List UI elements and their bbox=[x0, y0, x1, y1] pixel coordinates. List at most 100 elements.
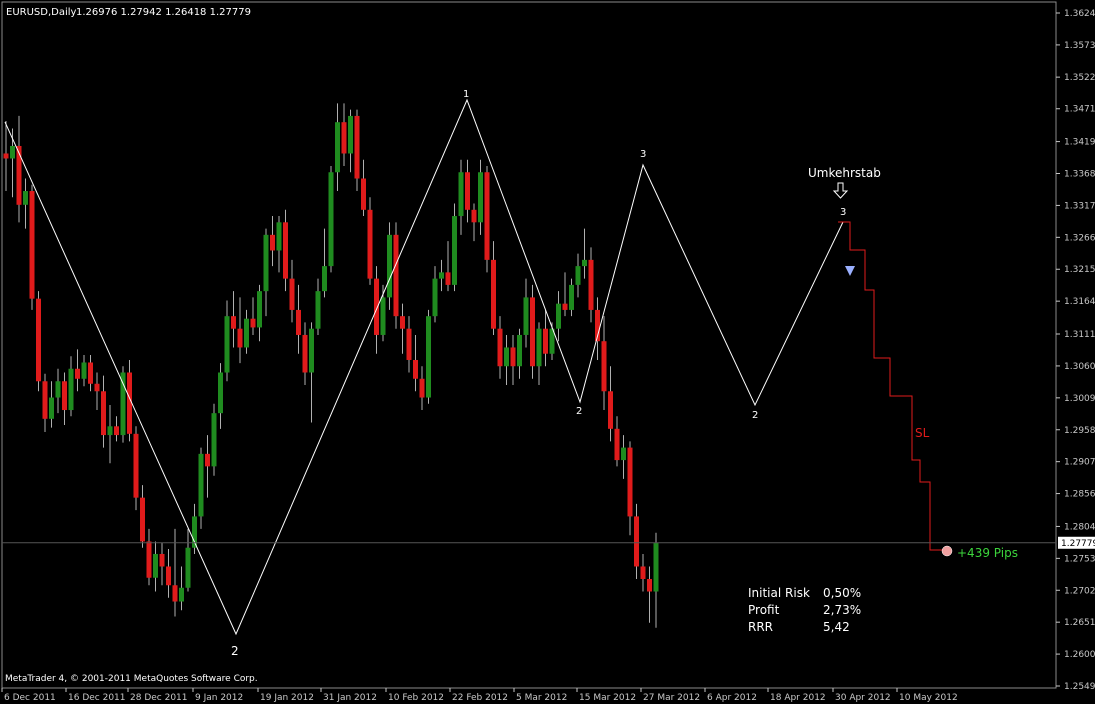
candle-body bbox=[452, 216, 457, 285]
umkehrstab-label: Umkehrstab bbox=[808, 166, 881, 180]
candle-body bbox=[10, 145, 15, 159]
time-tick-label: 6 Dec 2011 bbox=[4, 693, 56, 703]
candle-body bbox=[198, 453, 204, 517]
wave-label-5: 3 bbox=[840, 207, 846, 218]
candle-body bbox=[153, 553, 158, 578]
candle-body bbox=[523, 297, 529, 335]
sl-path bbox=[838, 221, 948, 551]
price-tick-label: 1.26000 bbox=[1064, 650, 1095, 660]
candle-body bbox=[419, 378, 425, 398]
candle-body bbox=[263, 234, 269, 292]
candle-body bbox=[309, 328, 314, 373]
candle-body bbox=[575, 266, 581, 285]
price-tick-label: 1.27530 bbox=[1064, 554, 1095, 564]
stop-loss-line bbox=[838, 221, 948, 551]
candle-body bbox=[140, 497, 145, 542]
arrow-down-icon bbox=[832, 182, 849, 199]
candle-body bbox=[114, 426, 119, 436]
stat-value-rrr: 5,42 bbox=[823, 620, 850, 634]
candle-body bbox=[432, 278, 438, 317]
candle-body bbox=[107, 426, 113, 436]
candle-body bbox=[16, 145, 22, 205]
candle-body bbox=[75, 368, 80, 379]
candle-body bbox=[478, 172, 483, 223]
candle-body bbox=[497, 328, 503, 367]
price-tick-label: 1.25490 bbox=[1064, 682, 1095, 692]
time-tick-label: 5 Mar 2012 bbox=[516, 693, 567, 703]
candle-body bbox=[289, 278, 295, 310]
candle-body bbox=[653, 542, 659, 592]
candle-body bbox=[315, 291, 321, 329]
candle-body bbox=[530, 297, 535, 367]
candle-body bbox=[406, 328, 412, 360]
candle-body bbox=[510, 347, 516, 367]
price-tick-label: 1.35220 bbox=[1064, 73, 1095, 83]
candle-body bbox=[133, 433, 139, 498]
candle-body bbox=[94, 383, 100, 392]
price-tick-label: 1.32660 bbox=[1064, 233, 1095, 243]
candle-body bbox=[179, 587, 184, 602]
candle-body bbox=[244, 318, 249, 348]
candle-body bbox=[68, 368, 74, 411]
candle-body bbox=[569, 284, 574, 310]
candle-body bbox=[387, 234, 392, 298]
candle-body bbox=[3, 153, 9, 159]
time-tick-label: 15 Mar 2012 bbox=[579, 693, 636, 703]
candle-body bbox=[413, 359, 418, 379]
candle-body bbox=[276, 222, 282, 251]
candle-body bbox=[166, 566, 171, 586]
time-tick-label: 10 Feb 2012 bbox=[388, 693, 444, 703]
stat-value-risk: 0,50% bbox=[823, 586, 861, 600]
candle-body bbox=[296, 309, 301, 335]
candle-body bbox=[36, 298, 41, 382]
candle-body bbox=[367, 209, 373, 279]
price-tick-label: 1.29075 bbox=[1064, 458, 1095, 468]
candle-body bbox=[504, 347, 509, 367]
annotations bbox=[832, 182, 953, 557]
stat-label-profit: Profit bbox=[748, 603, 780, 617]
candle-body bbox=[445, 272, 451, 285]
candle-body bbox=[120, 372, 126, 436]
candle-body bbox=[647, 578, 652, 592]
wave-label-2: 2 bbox=[231, 644, 239, 658]
time-tick-label: 27 Mar 2012 bbox=[643, 693, 700, 703]
stat-label-rrr: RRR bbox=[748, 620, 773, 634]
candle-body bbox=[322, 266, 327, 292]
candle-body bbox=[582, 259, 587, 267]
candle-body bbox=[250, 318, 256, 328]
candle-body bbox=[543, 328, 548, 354]
candle-body bbox=[270, 234, 275, 251]
candle-body bbox=[400, 316, 405, 329]
zigzag-line bbox=[4, 98, 844, 636]
candle-body bbox=[335, 122, 340, 173]
price-tick-label: 1.28040 bbox=[1064, 522, 1095, 532]
candle-body bbox=[601, 341, 607, 392]
candle-body bbox=[237, 328, 243, 348]
candle-body bbox=[465, 172, 470, 210]
candle-body bbox=[283, 222, 288, 279]
ohlc-values: 1.26976 1.27942 1.26418 1.27779 bbox=[76, 7, 251, 18]
candle-body bbox=[614, 428, 620, 461]
stat-value-profit: 2,73% bbox=[823, 603, 861, 617]
candle-body bbox=[172, 585, 178, 602]
time-tick-label: 28 Dec 2011 bbox=[130, 693, 188, 703]
time-tick-label: 30 Apr 2012 bbox=[835, 693, 891, 703]
candle-body bbox=[517, 334, 522, 367]
candle-body bbox=[341, 122, 347, 154]
price-tick-label: 1.30095 bbox=[1064, 394, 1095, 404]
copyright-text: MetaTrader 4, © 2001-2011 MetaQuotes Sof… bbox=[5, 674, 258, 684]
price-axis: 1.36245 1.35735 1.35220 1.34715 1.34190 1.336… bbox=[2, 9, 1095, 692]
price-tick-label: 1.35735 bbox=[1064, 41, 1095, 51]
candle-body bbox=[29, 191, 35, 299]
price-tick-label: 1.34190 bbox=[1064, 138, 1095, 148]
candle-body bbox=[42, 381, 48, 419]
candle-body bbox=[159, 553, 165, 567]
time-tick-label: 18 Apr 2012 bbox=[770, 693, 826, 703]
candle-body bbox=[484, 172, 490, 260]
time-tick-label: 6 Apr 2012 bbox=[707, 693, 757, 703]
wave-label-3: 3 bbox=[640, 149, 646, 160]
pips-label: +439 Pips bbox=[957, 546, 1018, 560]
stat-label-risk: Initial Risk bbox=[748, 586, 810, 600]
sl-label: SL bbox=[915, 426, 930, 440]
candles bbox=[3, 103, 659, 628]
